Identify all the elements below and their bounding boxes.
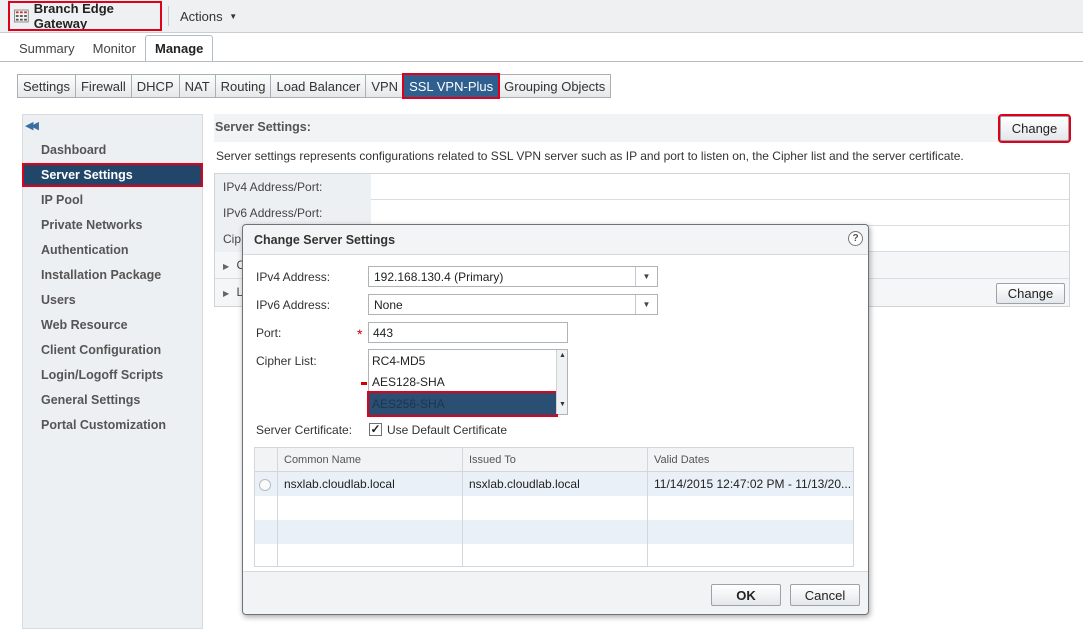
certificate-grid: Common Name Issued To Valid Dates nsxlab…: [254, 447, 854, 567]
sidebar-item-web-resource[interactable]: Web Resource: [23, 314, 202, 336]
column-header-common-name[interactable]: Common Name: [277, 448, 462, 472]
double-chevron-left-icon[interactable]: ◀◀: [25, 119, 39, 132]
empty-cell: [647, 496, 853, 520]
subtab-vpn[interactable]: VPN: [365, 74, 405, 98]
subtab-load-balancer[interactable]: Load Balancer: [270, 74, 367, 98]
use-default-label: Use Default Certificate: [387, 423, 508, 437]
top-bar: [0, 0, 1083, 33]
column-header-valid-dates[interactable]: Valid Dates: [647, 448, 853, 472]
required-icon: *: [357, 326, 363, 342]
cipher-option[interactable]: RC4-MD5: [369, 350, 556, 372]
empty-row: [255, 520, 853, 544]
subtab-firewall[interactable]: Firewall: [74, 74, 132, 98]
sidebar-item-ip-pool[interactable]: IP Pool: [23, 189, 202, 211]
ipv4-label: IPv4 Address:: [256, 270, 331, 284]
required-marker: [361, 382, 367, 385]
cancel-button[interactable]: Cancel: [790, 584, 860, 606]
panel-header: [214, 114, 1070, 142]
expand-arrow-icon: ▶: [223, 289, 230, 298]
sub-tabs: Settings Firewall DHCP NAT Routing Load …: [17, 73, 612, 99]
ipv6-select[interactable]: None ▼: [368, 294, 658, 315]
sidebar-item-login-logoff-scripts[interactable]: Login/Logoff Scripts: [23, 364, 202, 386]
description-text: Server settings represents configuration…: [216, 149, 964, 163]
change-server-settings-dialog: Change Server Settings ? IPv4 Address: 1…: [242, 224, 869, 615]
empty-cell: [647, 544, 853, 566]
sidebar-item-general-settings[interactable]: General Settings: [23, 389, 202, 411]
toolbar-divider: [168, 6, 169, 26]
grid-header: Common Name Issued To Valid Dates: [255, 448, 853, 472]
change-certificate-button[interactable]: Change: [996, 283, 1065, 304]
cell-issued-to: nsxlab.cloudlab.local: [462, 472, 647, 496]
empty-cell: [277, 544, 462, 566]
ipv6-label: IPv6 Address:: [256, 298, 331, 312]
subtab-ssl-vpn-plus[interactable]: SSL VPN-Plus: [402, 73, 501, 99]
cell-valid-dates: 11/14/2015 12:47:02 PM - 11/13/20...: [647, 472, 853, 496]
ok-button[interactable]: OK: [711, 584, 781, 606]
subtab-dhcp[interactable]: DHCP: [130, 74, 180, 98]
cipher-option[interactable]: AES128-SHA: [369, 371, 556, 393]
change-button[interactable]: Change: [998, 114, 1071, 143]
ipv6-value: None: [374, 297, 403, 312]
sidebar-item-portal-customization[interactable]: Portal Customization: [23, 414, 202, 436]
subtab-settings[interactable]: Settings: [17, 74, 76, 98]
ipv4-value: 192.168.130.4 (Primary): [374, 269, 504, 284]
gateway-title-label: Branch Edge Gateway: [33, 1, 114, 31]
main-tabs: Summary Monitor Manage: [10, 35, 214, 61]
page-title: Server Settings:: [215, 120, 311, 134]
subtab-grouping-objects[interactable]: Grouping Objects: [498, 74, 612, 98]
empty-cell: [462, 496, 647, 520]
cipher-listbox[interactable]: RC4-MD5 AES128-SHA AES256-SHA ▲ ▼: [367, 349, 568, 417]
port-label: Port:: [256, 326, 282, 340]
dialog-title: Change Server Settings: [254, 233, 396, 247]
actions-menu[interactable]: Actions ▼: [180, 9, 237, 24]
empty-row: [255, 496, 853, 520]
empty-cell: [462, 544, 647, 566]
caret-down-icon: ▼: [229, 12, 238, 21]
tab-manage[interactable]: Manage: [144, 35, 214, 61]
cipher-list-label: Cipher List:: [256, 354, 317, 368]
sidebar: ◀◀ Dashboard Server Settings IP Pool Pri…: [22, 114, 203, 629]
row-label: IPv4 Address/Port:: [215, 174, 371, 200]
cipher-option-selected[interactable]: AES256-SHA: [367, 391, 558, 417]
chevron-down-icon: ▼: [635, 267, 657, 286]
table-row[interactable]: nsxlab.cloudlab.local nsxlab.cloudlab.lo…: [255, 472, 853, 496]
column-header-issued-to[interactable]: Issued To: [462, 448, 647, 472]
empty-row: [255, 544, 853, 566]
sidebar-item-dashboard[interactable]: Dashboard: [23, 139, 202, 161]
tab-monitor[interactable]: Monitor: [84, 36, 145, 61]
sidebar-item-authentication[interactable]: Authentication: [23, 239, 202, 261]
expand-arrow-icon: ▶: [223, 262, 230, 271]
tabs-divider: [0, 61, 1083, 62]
scroll-down-icon[interactable]: ▼: [557, 399, 568, 410]
empty-cell: [647, 520, 853, 544]
port-input[interactable]: 443: [368, 322, 568, 343]
sidebar-item-users[interactable]: Users: [23, 289, 202, 311]
edge-gateway-icon: [14, 9, 29, 23]
sidebar-item-private-networks[interactable]: Private Networks: [23, 214, 202, 236]
subtab-routing[interactable]: Routing: [214, 74, 272, 98]
sidebar-item-server-settings[interactable]: Server Settings: [22, 163, 203, 187]
help-icon[interactable]: ?: [848, 231, 863, 246]
cell-common-name: nsxlab.cloudlab.local: [277, 472, 462, 496]
use-default-checkbox[interactable]: ✓: [369, 423, 382, 436]
row-radio[interactable]: [259, 479, 271, 491]
empty-cell: [277, 496, 462, 520]
subtab-nat[interactable]: NAT: [178, 74, 216, 98]
empty-cell: [462, 520, 647, 544]
settings-row: IPv4 Address/Port:: [215, 174, 1069, 200]
server-certificate-label: Server Certificate:: [256, 423, 353, 437]
settings-row: IPv6 Address/Port:: [215, 200, 1069, 226]
empty-cell: [277, 520, 462, 544]
chevron-down-icon: ▼: [635, 295, 657, 314]
sidebar-item-installation-package[interactable]: Installation Package: [23, 264, 202, 286]
gateway-title[interactable]: Branch Edge Gateway: [8, 1, 162, 31]
cipher-scrollbar[interactable]: ▲ ▼: [556, 350, 567, 414]
row-label: IPv6 Address/Port:: [215, 200, 371, 226]
actions-label: Actions: [180, 9, 223, 24]
sidebar-item-client-configuration[interactable]: Client Configuration: [23, 339, 202, 361]
scroll-up-icon[interactable]: ▲: [557, 350, 568, 361]
tab-summary[interactable]: Summary: [10, 36, 84, 61]
ipv4-select[interactable]: 192.168.130.4 (Primary) ▼: [368, 266, 658, 287]
